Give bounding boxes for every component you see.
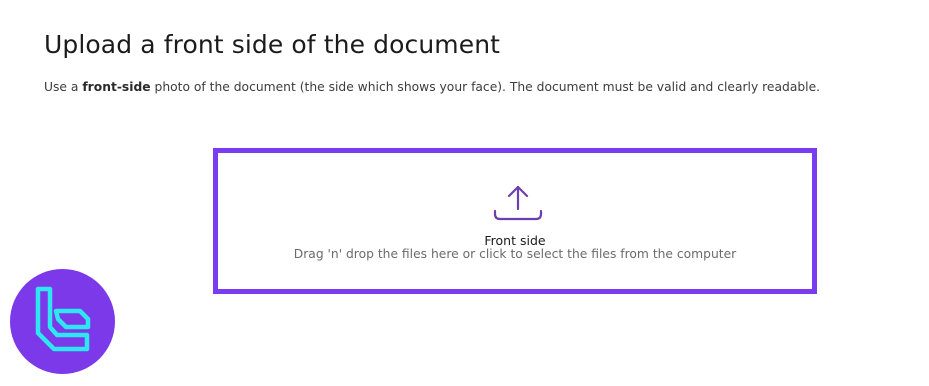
dropzone-hint: Drag 'n' drop the files here or click to…: [293, 247, 737, 261]
dropzone-label: Front side: [484, 233, 546, 248]
description-emphasis: front-side: [82, 80, 151, 94]
upload-icon: [493, 185, 543, 221]
description-suffix: photo of the document (the side which sh…: [150, 80, 821, 94]
upload-page: Upload a front side of the document Use …: [0, 0, 929, 386]
file-dropzone[interactable]: Front side Drag 'n' drop the files here …: [213, 148, 817, 294]
page-title: Upload a front side of the document: [44, 30, 501, 59]
brand-logo: [10, 269, 115, 374]
brand-logo-mark-icon: [35, 286, 91, 352]
page-description: Use a front-side photo of the document (…: [44, 80, 820, 94]
description-prefix: Use a: [44, 80, 83, 94]
